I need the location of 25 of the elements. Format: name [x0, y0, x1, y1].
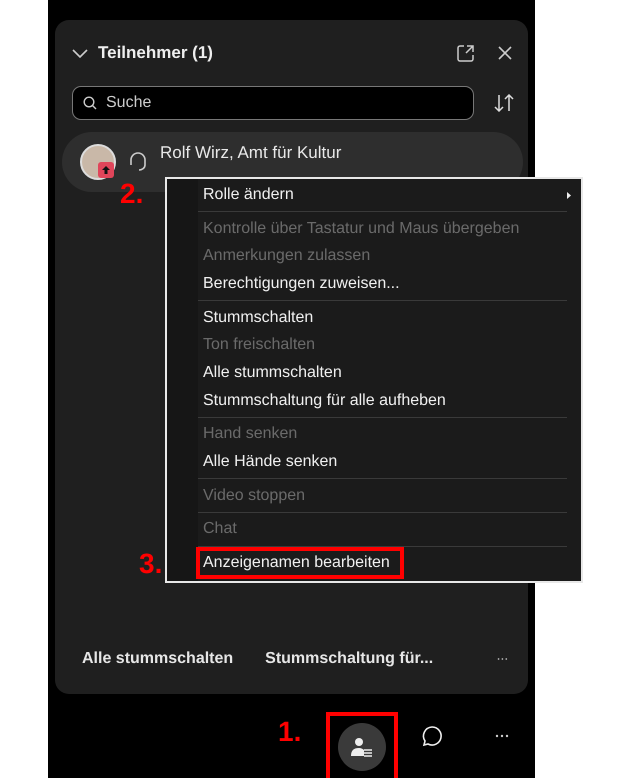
pop-out-icon[interactable]	[457, 44, 474, 62]
chevron-down-icon[interactable]	[72, 48, 88, 58]
footer-button[interactable]: Stummschaltung für...	[265, 650, 434, 668]
chat-bubble-icon	[421, 725, 443, 748]
footer-button[interactable]: Alle stummschalten	[82, 650, 234, 668]
menu-item[interactable]: Berechtigungen zuweisen...	[198, 270, 581, 298]
menu-item[interactable]: Stummschaltung für alle aufheben	[198, 386, 581, 415]
step-number: 3.	[139, 550, 162, 578]
step-number: 1.	[278, 718, 302, 746]
menu-item[interactable]: Anzeigenamen bearbeiten	[196, 547, 404, 580]
menu-item[interactable]: Stummschalten	[198, 304, 581, 332]
panel-title: Teilnehmer (1)	[98, 43, 214, 63]
menu-item[interactable]: Alle stummschalten	[198, 359, 581, 387]
more-dots-icon[interactable]	[497, 657, 508, 662]
submenu-arrow-icon	[567, 192, 571, 199]
close-icon[interactable]	[498, 46, 512, 60]
menu-item[interactable]: Alle Hände senken	[198, 448, 581, 476]
search-field[interactable]: Suche	[72, 86, 474, 120]
headset-icon	[128, 151, 148, 173]
search-icon	[83, 96, 97, 110]
sort-icon[interactable]	[494, 94, 514, 112]
participant-name: Rolf Wirz, Amt für Kultur	[160, 143, 342, 163]
toolbar-button[interactable]	[338, 723, 386, 771]
more-dots-icon	[495, 734, 509, 738]
person-list-icon	[351, 737, 373, 757]
